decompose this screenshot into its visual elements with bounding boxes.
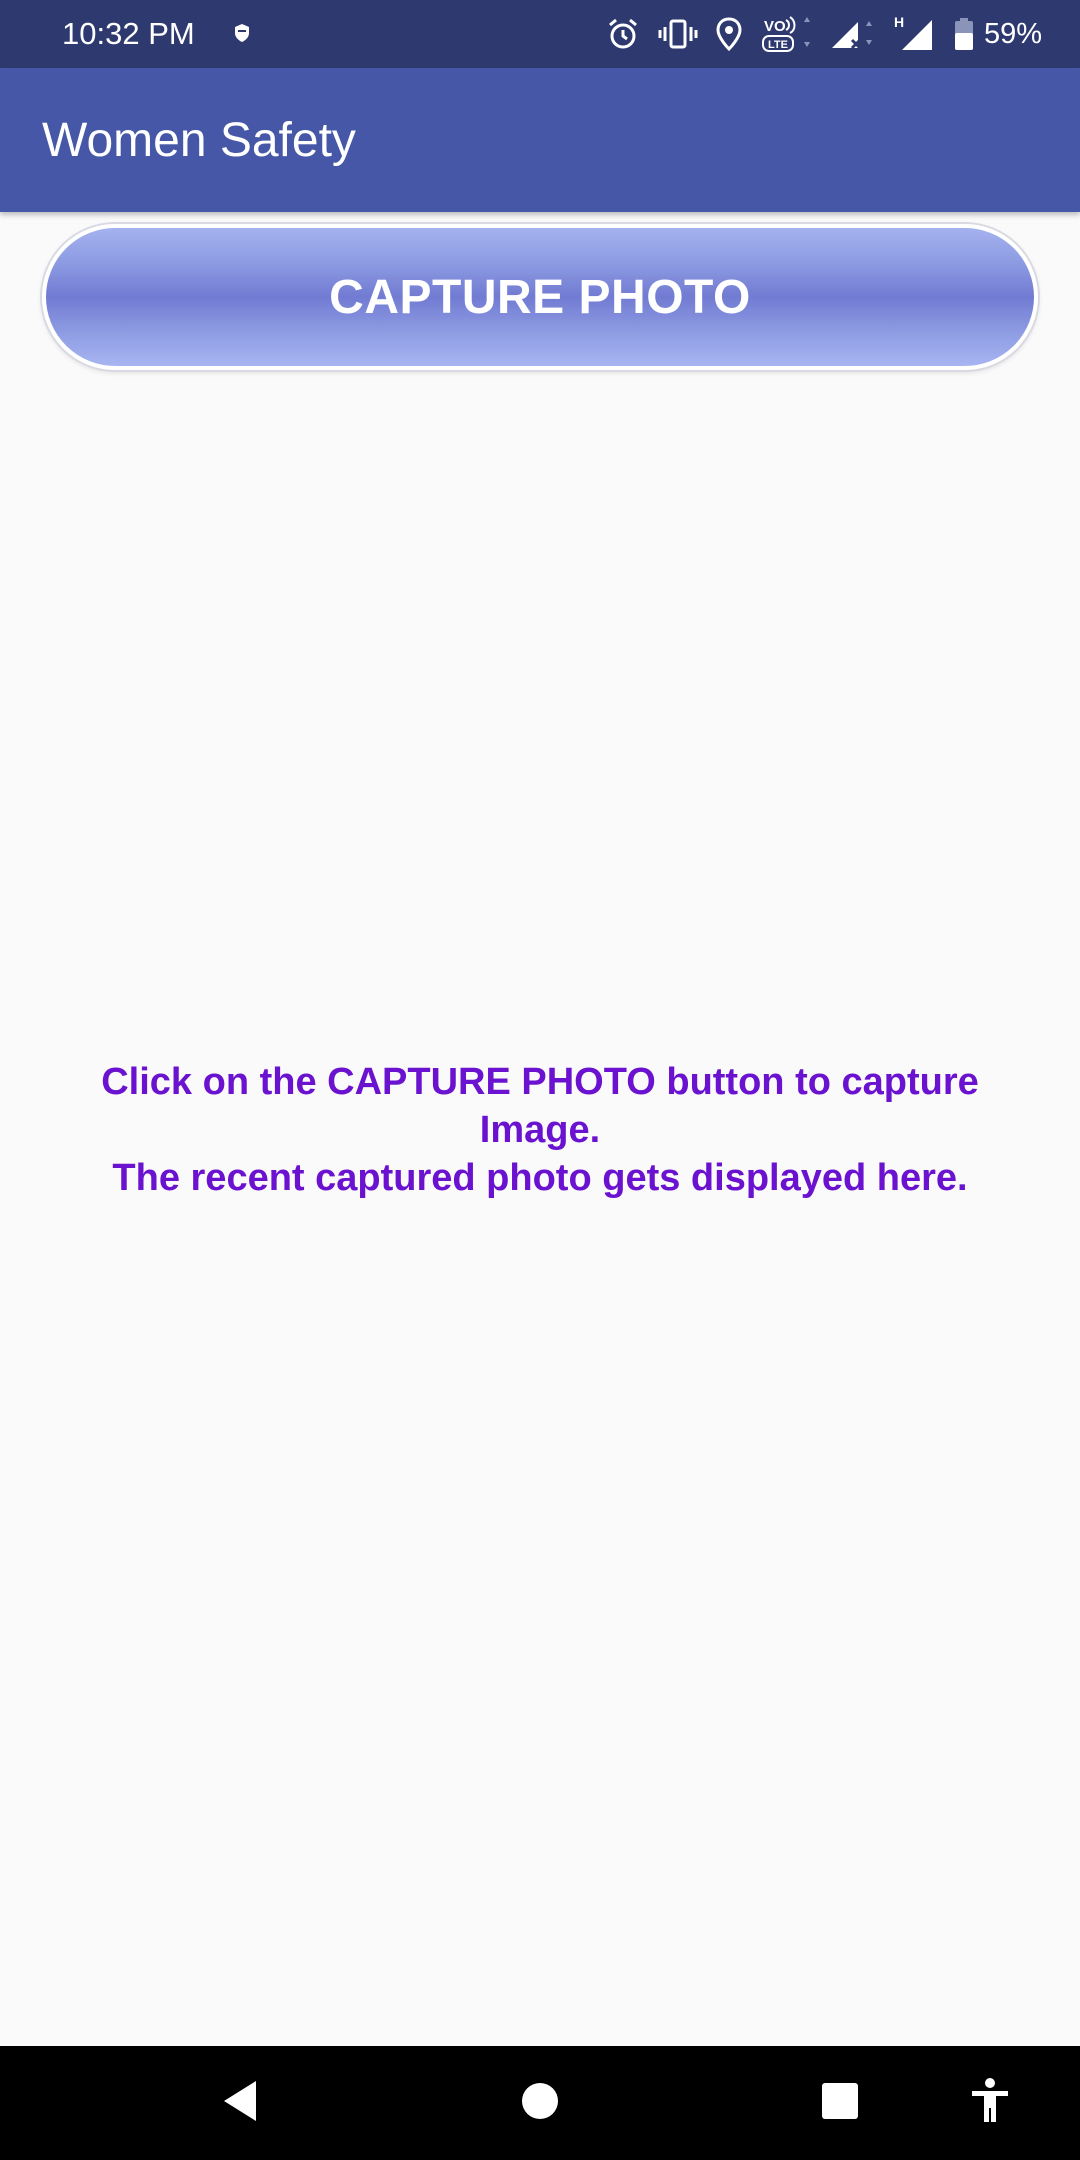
- svg-text:H: H: [894, 14, 904, 30]
- alarm-icon: [606, 17, 640, 51]
- capture-photo-label: CAPTURE PHOTO: [329, 270, 751, 324]
- home-button[interactable]: [500, 2046, 580, 2160]
- svg-text:LTE: LTE: [768, 39, 788, 51]
- back-icon: [220, 2079, 260, 2128]
- location-icon: [716, 17, 742, 51]
- signal-no-data-icon: [830, 16, 876, 52]
- app-title: Women Safety: [42, 114, 356, 167]
- accessibility-icon: [970, 2077, 1010, 2129]
- home-icon: [521, 2082, 559, 2125]
- app-bar: Women Safety: [0, 68, 1080, 212]
- recents-icon: [821, 2082, 859, 2125]
- shield-notification-icon: [232, 22, 252, 44]
- signal-h-icon: H: [894, 14, 936, 54]
- battery-icon: [954, 17, 974, 51]
- battery-percent: 59%: [983, 17, 1042, 50]
- recents-button[interactable]: [800, 2046, 880, 2160]
- volte-icon: VO LTE: [760, 14, 812, 54]
- accessibility-button[interactable]: [960, 2046, 1020, 2160]
- instruction-line-2: The recent captured photo gets displayed…: [112, 1157, 968, 1199]
- back-button[interactable]: [200, 2046, 280, 2160]
- screen: 10:32 PM VO LTE H 59% Women Safety CAPTU…: [0, 0, 1080, 2160]
- capture-photo-button[interactable]: CAPTURE PHOTO: [42, 224, 1038, 370]
- status-time: 10:32 PM: [62, 16, 195, 51]
- instruction-line-1: Click on the CAPTURE PHOTO button to cap…: [101, 1061, 979, 1151]
- status-icons: VO LTE H 59%: [588, 12, 1042, 56]
- instruction-text: Click on the CAPTURE PHOTO button to cap…: [60, 1058, 1020, 1202]
- navigation-bar: [0, 2046, 1080, 2160]
- status-bar: 10:32 PM VO LTE H 59%: [0, 0, 1080, 68]
- svg-text:VO: VO: [764, 18, 786, 35]
- vibrate-icon: [658, 18, 698, 50]
